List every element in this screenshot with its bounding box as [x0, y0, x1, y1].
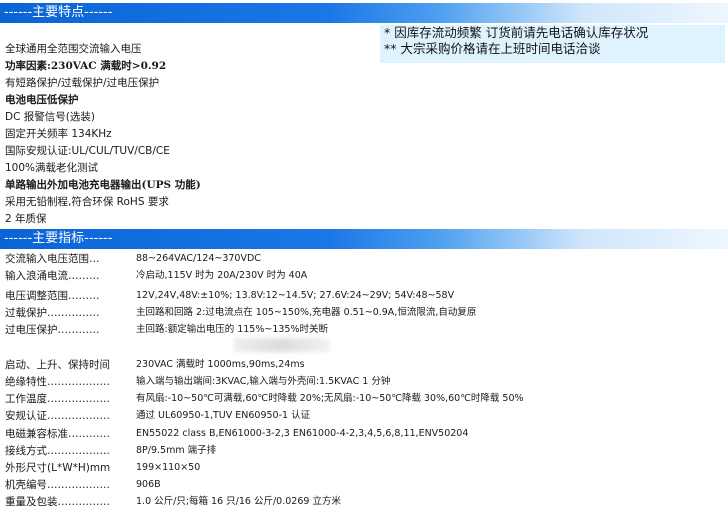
spec-label: 电压调整范围………: [5, 290, 100, 302]
spec-value: 230VAC 满载时 1000ms,90ms,24ms: [136, 359, 305, 370]
spec-label: 外形尺寸(L*W*H)mm: [5, 462, 111, 474]
spec-label: 机壳编号………………: [5, 479, 110, 491]
spec-value: 主回路:额定输出电压的 115%~135%时关断: [136, 324, 328, 335]
spec-label: 重量及包装……………: [5, 496, 110, 508]
spec-label: 绝缘特性………………: [5, 376, 110, 388]
spec-value: 冷启动,115V 时为 20A/230V 时为 40A: [136, 270, 308, 281]
spec-value: 199×110×50: [136, 462, 201, 473]
spec-label: 电磁兼容标准…………: [5, 428, 110, 440]
spec-label: 输入浪涌电流………: [5, 270, 100, 282]
spec-label: 接线方式………………: [5, 445, 110, 457]
spec-label: 过载保护……………: [5, 307, 100, 319]
spec-value: 12V,24V,48V:±10%; 13.8V:12~14.5V; 27.6V:…: [136, 290, 455, 301]
features-header-bar: ------主要特点------: [0, 3, 728, 23]
stock-notice: * 因库存流动频繁 订货前请先电话确认库存状况 ** 大宗采购价格请在上班时间电…: [380, 25, 725, 63]
spec-value: 输入端与输出端间:3KVAC,输入端与外壳间:1.5KVAC 1 分钟: [136, 376, 391, 387]
notice-line-1: * 因库存流动频繁 订货前请先电话确认库存状况: [384, 25, 649, 40]
specs-header-bar: ------主要指标------: [0, 229, 728, 249]
spec-value: 88~264VAC/124~370VDC: [136, 253, 261, 264]
spec-value: 8P/9.5mm 端子排: [136, 445, 217, 456]
spec-label: 安规认证………………: [5, 410, 110, 422]
feature-item: 100%满载老化测试: [5, 162, 99, 174]
features-header: ------主要特点------: [4, 5, 113, 20]
spec-label: 过电压保护…………: [5, 324, 100, 336]
feature-item: 2 年质保: [5, 213, 47, 225]
spec-value: 主回路和回路 2:过电流点在 105~150%,充电器 0.51~0.9A,恒流…: [136, 307, 477, 318]
feature-item: 电池电压低保护: [5, 94, 79, 106]
feature-item: 有短路保护/过载保护/过电压保护: [5, 77, 160, 89]
notice-line-2: ** 大宗采购价格请在上班时间电话洽谈: [384, 41, 601, 56]
specs-header: ------主要指标------: [4, 231, 113, 246]
feature-item: 采用无铅制程,符合环保 RoHS 要求: [5, 196, 169, 208]
spec-value: 通过 UL60950-1,TUV EN60950-1 认证: [136, 410, 311, 421]
feature-item: 固定开关频率 134KHz: [5, 128, 112, 140]
feature-item: 全球通用全范围交流输入电压: [5, 43, 142, 55]
spec-label: 交流输入电压范围…: [5, 253, 100, 265]
feature-item: 国际安规认证:UL/CUL/TUV/CB/CE: [5, 145, 170, 157]
feature-item: 功率因素:230VAC 满载时>0.92: [5, 60, 167, 72]
redacted-row: [234, 338, 330, 352]
spec-value: 有风扇:-10~50℃可满载,60℃时降载 20%;无风扇:-10~50℃降载 …: [136, 393, 524, 404]
feature-item: DC 报警信号(选装): [5, 111, 95, 123]
spec-value: EN55022 class B,EN61000-3-2,3 EN61000-4-…: [136, 428, 469, 439]
spec-value: 906B: [136, 479, 161, 490]
spec-label: 工作温度………………: [5, 393, 110, 405]
spec-label: 启动、上升、保持时间: [5, 359, 110, 371]
spec-value: 1.0 公斤/只;每箱 16 只/16 公斤/0.0269 立方米: [136, 496, 341, 507]
feature-item: 单路输出外加电池充电器输出(UPS 功能): [5, 179, 201, 191]
